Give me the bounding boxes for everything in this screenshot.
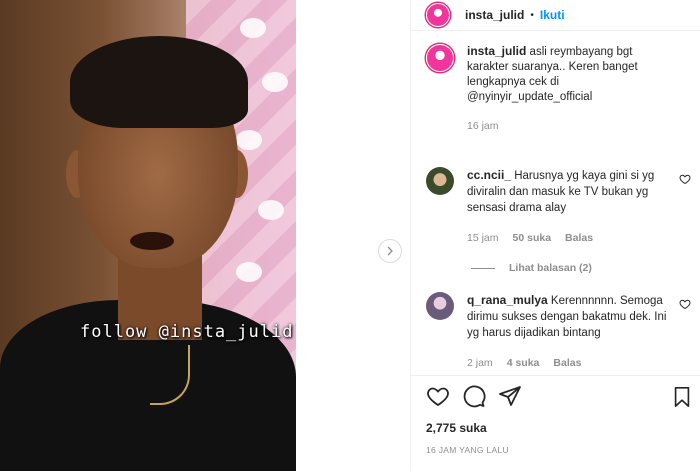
view-replies-button[interactable]: Lihat balasan (2)	[471, 262, 592, 274]
author-avatar[interactable]	[426, 3, 450, 27]
commenter-avatar[interactable]	[426, 292, 454, 320]
post-actions-bar	[411, 375, 700, 415]
curtain-pattern	[240, 18, 266, 38]
heart-icon[interactable]	[679, 173, 691, 185]
caption-time: 16 jam	[467, 120, 499, 132]
caption-body: insta_julid asli reymbayang bgt karakter…	[467, 44, 667, 134]
comment-item: q_rana_mulya Kerennnnnn. Semoga dirimu s…	[426, 292, 696, 371]
curtain-pattern	[236, 130, 262, 150]
media-area: follow @insta_julid	[0, 0, 410, 471]
comment-body: cc.ncii_ Harusnya yg kaya gini si yg div…	[467, 167, 667, 246]
reply-button[interactable]: Balas	[565, 230, 593, 246]
comment-item: cc.ncii_ Harusnya yg kaya gini si yg div…	[426, 167, 696, 246]
video-watermark-text: follow @insta_julid	[80, 322, 294, 342]
next-media-button[interactable]	[378, 239, 402, 263]
comment-likes[interactable]: 50 suka	[513, 230, 552, 246]
comment-username[interactable]: q_rana_mulya	[467, 293, 548, 307]
view-replies-label[interactable]: Lihat balasan (2)	[509, 262, 592, 274]
share-icon[interactable]	[498, 384, 522, 408]
reply-button[interactable]: Balas	[553, 355, 581, 371]
post-caption: insta_julid asli reymbayang bgt karakter…	[411, 44, 700, 134]
person-mouth	[130, 232, 174, 250]
likes-count[interactable]: 2,775 suka	[426, 421, 487, 435]
comment-meta: 2 jam 4 suka Balas	[467, 355, 667, 371]
caption-username[interactable]: insta_julid	[467, 44, 526, 58]
comment-likes[interactable]: 4 suka	[507, 355, 540, 371]
caption-avatar[interactable]	[426, 44, 454, 72]
comment-body: q_rana_mulya Kerennnnnn. Semoga dirimu s…	[467, 292, 667, 371]
post-header: insta_julid • Ikuti	[411, 0, 700, 31]
replies-divider	[471, 267, 495, 269]
comment-time: 2 jam	[467, 357, 493, 369]
chevron-right-icon	[387, 246, 393, 256]
comment-icon[interactable]	[462, 384, 486, 408]
bookmark-icon[interactable]	[671, 385, 693, 409]
author-username[interactable]: insta_julid	[465, 8, 524, 22]
comment-meta: 15 jam 50 suka Balas	[467, 230, 667, 246]
curtain-pattern	[262, 72, 288, 92]
person-hair	[70, 36, 248, 128]
post-side-panel: insta_julid • Ikuti insta_julid asli rey…	[410, 0, 700, 471]
header-separator: •	[530, 9, 534, 21]
curtain-pattern	[236, 262, 262, 282]
curtain-pattern	[258, 200, 284, 220]
comments-section: insta_julid asli reymbayang bgt karakter…	[411, 44, 700, 134]
post-timestamp: 16 JAM YANG LALU	[426, 445, 509, 455]
follow-button[interactable]: Ikuti	[540, 8, 565, 22]
heart-icon[interactable]	[426, 384, 450, 408]
comment-username[interactable]: cc.ncii_	[467, 168, 511, 182]
post-video[interactable]: follow @insta_julid	[0, 0, 296, 471]
heart-icon[interactable]	[679, 298, 691, 310]
commenter-avatar[interactable]	[426, 167, 454, 195]
comment-time: 15 jam	[467, 232, 499, 244]
